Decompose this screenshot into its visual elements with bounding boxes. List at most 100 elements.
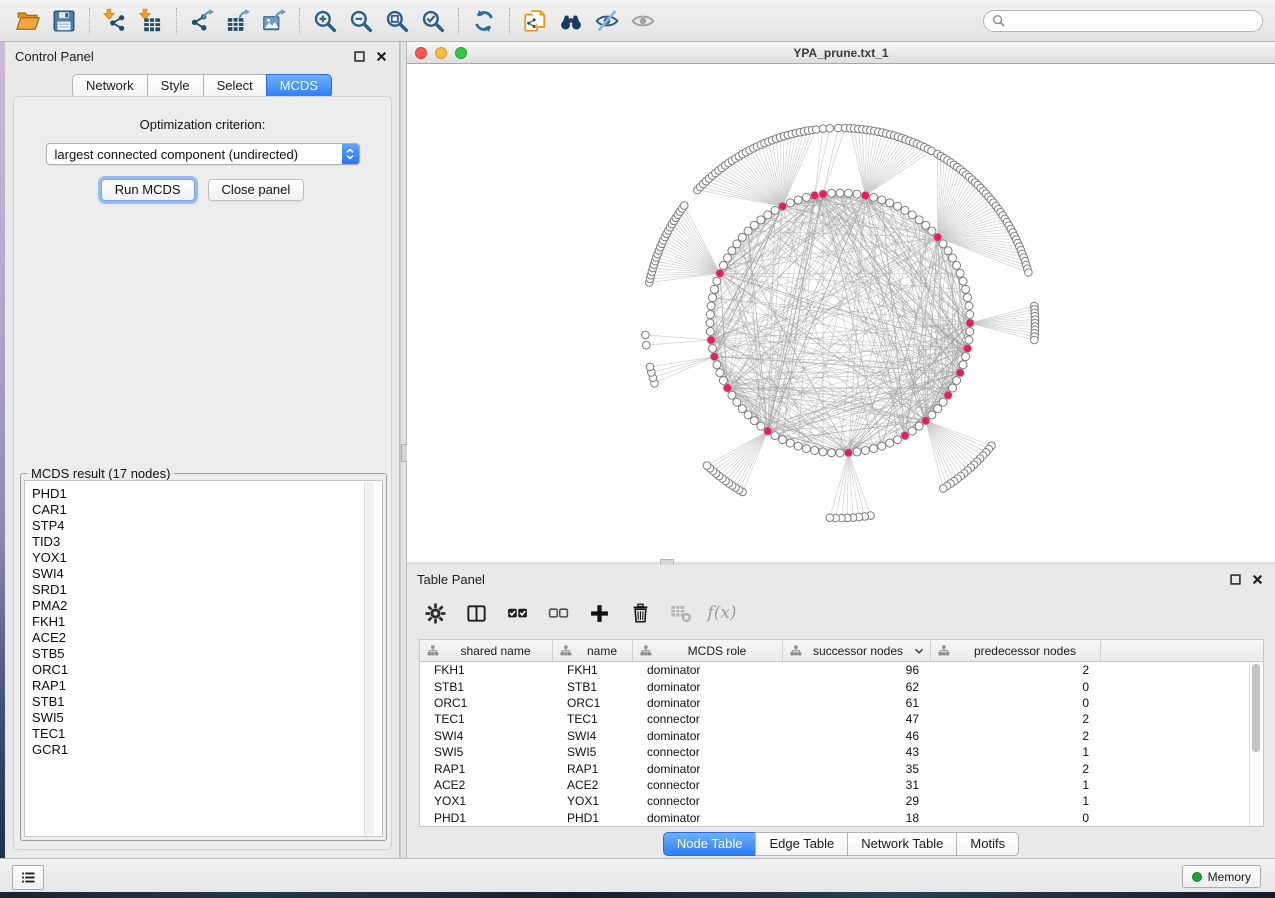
import-table-button[interactable]	[133, 4, 169, 38]
import-network-icon	[102, 8, 128, 34]
table-row[interactable]: SWI4SWI4dominator462	[420, 728, 1263, 744]
table-cell: RAP1	[553, 762, 633, 776]
mcds-result-item[interactable]: ORC1	[32, 662, 382, 678]
control-panel-float-icon[interactable]	[351, 48, 367, 64]
column-header-MCDS-role[interactable]: MCDS role	[633, 640, 783, 661]
control-panel-tabs: NetworkStyleSelectMCDS	[5, 74, 399, 98]
mcds-panel: Optimization criterion: largest connecte…	[13, 96, 392, 850]
hide-selected-button[interactable]	[589, 4, 625, 38]
table-cell: SWI4	[420, 729, 553, 743]
export-image-button[interactable]	[256, 4, 292, 38]
table-panel-close-icon[interactable]	[1249, 571, 1265, 587]
mcds-list-scrollbar[interactable]	[364, 482, 374, 835]
mcds-result-item[interactable]: SWI4	[32, 566, 382, 582]
search-network-button[interactable]	[553, 4, 589, 38]
tab-edge-table[interactable]: Edge Table	[755, 832, 848, 856]
toolbar-separator	[89, 8, 90, 34]
mcds-result-item[interactable]: STB1	[32, 694, 382, 710]
table-cell: TEC1	[553, 712, 633, 726]
table-cell: TEC1	[420, 712, 553, 726]
tab-style[interactable]: Style	[147, 74, 204, 98]
table-row[interactable]: RAP1RAP1dominator352	[420, 760, 1263, 776]
memory-button[interactable]: Memory	[1182, 865, 1261, 888]
mcds-result-list[interactable]: PHD1CAR1STP4TID3YOX1SWI4SRD1PMA2FKH1ACE2…	[24, 480, 383, 837]
mcds-result-item[interactable]: PHD1	[32, 486, 382, 502]
task-history-button[interactable]	[12, 865, 44, 890]
table-cell: 1	[931, 794, 1101, 808]
open-file-button[interactable]	[10, 4, 46, 38]
column-header-name[interactable]: name	[553, 640, 633, 661]
optimization-criterion-select[interactable]: largest connected component (undirected)	[46, 143, 360, 165]
column-type-icon	[640, 645, 652, 656]
table-cell: 35	[783, 762, 931, 776]
delete-table-button	[665, 596, 697, 630]
control-panel-close-icon[interactable]	[373, 48, 389, 64]
export-table-button[interactable]	[220, 4, 256, 38]
mcds-result-item[interactable]: PMA2	[32, 598, 382, 614]
clone-network-button[interactable]	[517, 4, 553, 38]
tab-mcds[interactable]: MCDS	[266, 74, 332, 98]
mcds-result-item[interactable]: ACE2	[32, 630, 382, 646]
toolbar-separator	[176, 8, 177, 34]
node-table-body: FKH1FKH1dominator962STB1STB1dominator620…	[420, 662, 1263, 826]
table-panel-float-icon[interactable]	[1227, 571, 1243, 587]
network-graph[interactable]	[407, 64, 1275, 563]
table-toolbar: f(x)	[419, 592, 738, 634]
apply-layout-button[interactable]	[466, 4, 502, 38]
deselect-all-button[interactable]	[542, 596, 574, 630]
zoom-in-button[interactable]	[307, 4, 343, 38]
network-canvas[interactable]	[407, 64, 1275, 563]
mcds-result-item[interactable]: STB5	[32, 646, 382, 662]
mcds-result-item[interactable]: CAR1	[32, 502, 382, 518]
run-mcds-button[interactable]: Run MCDS	[101, 179, 195, 201]
mcds-result-item[interactable]: RAP1	[32, 678, 382, 694]
close-panel-button[interactable]: Close panel	[208, 179, 305, 201]
delete-row-button[interactable]	[624, 596, 656, 630]
zoom-fit-button[interactable]	[379, 4, 415, 38]
tab-network[interactable]: Network	[72, 74, 148, 98]
zoom-selected-button[interactable]	[415, 4, 451, 38]
settings-button[interactable]	[419, 596, 451, 630]
list-icon	[20, 869, 37, 886]
tab-select[interactable]: Select	[203, 74, 267, 98]
mcds-result-item[interactable]: SRD1	[32, 582, 382, 598]
mcds-result-item[interactable]: TID3	[32, 534, 382, 550]
table-row[interactable]: YOX1YOX1connector291	[420, 793, 1263, 809]
search-box[interactable]	[983, 10, 1263, 32]
table-row[interactable]: FKH1FKH1dominator962	[420, 662, 1263, 678]
table-scrollbar-thumb[interactable]	[1252, 664, 1260, 752]
select-all-button[interactable]	[501, 596, 533, 630]
table-cell: FKH1	[420, 663, 553, 677]
column-header-predecessor-nodes[interactable]: predecessor nodes	[931, 640, 1101, 661]
table-panel-title: Table Panel	[417, 572, 485, 587]
tab-motifs[interactable]: Motifs	[956, 832, 1019, 856]
save-session-button[interactable]	[46, 4, 82, 38]
table-row[interactable]: PHD1PHD1dominator180	[420, 810, 1263, 826]
split-columns-button[interactable]	[460, 596, 492, 630]
add-row-button[interactable]	[583, 596, 615, 630]
column-header-shared-name[interactable]: shared name	[420, 640, 553, 661]
zoom-out-button[interactable]	[343, 4, 379, 38]
table-row[interactable]: ACE2ACE2connector311	[420, 777, 1263, 793]
mcds-result-item[interactable]: YOX1	[32, 550, 382, 566]
mcds-result-item[interactable]: TEC1	[32, 726, 382, 742]
table-row[interactable]: SWI5SWI5connector431	[420, 744, 1263, 760]
table-row[interactable]: TEC1TEC1connector472	[420, 711, 1263, 727]
mcds-result-item[interactable]: SWI5	[32, 710, 382, 726]
table-cell: ORC1	[553, 696, 633, 710]
vertical-splitter[interactable]	[400, 42, 407, 858]
mcds-result-item[interactable]: STP4	[32, 518, 382, 534]
table-cell: connector	[633, 778, 783, 792]
tab-network-table[interactable]: Network Table	[847, 832, 957, 856]
table-cell: 2	[931, 663, 1101, 677]
column-header-successor-nodes[interactable]: successor nodes	[783, 640, 931, 661]
table-row[interactable]: ORC1ORC1dominator610	[420, 695, 1263, 711]
mcds-result-item[interactable]: FKH1	[32, 614, 382, 630]
table-row[interactable]: STB1STB1dominator620	[420, 678, 1263, 694]
table-cell: 46	[783, 729, 931, 743]
mcds-result-item[interactable]: GCR1	[32, 742, 382, 758]
import-network-button[interactable]	[97, 4, 133, 38]
export-network-button[interactable]	[184, 4, 220, 38]
search-input[interactable]	[1010, 12, 1254, 30]
tab-node-table[interactable]: Node Table	[663, 832, 757, 856]
